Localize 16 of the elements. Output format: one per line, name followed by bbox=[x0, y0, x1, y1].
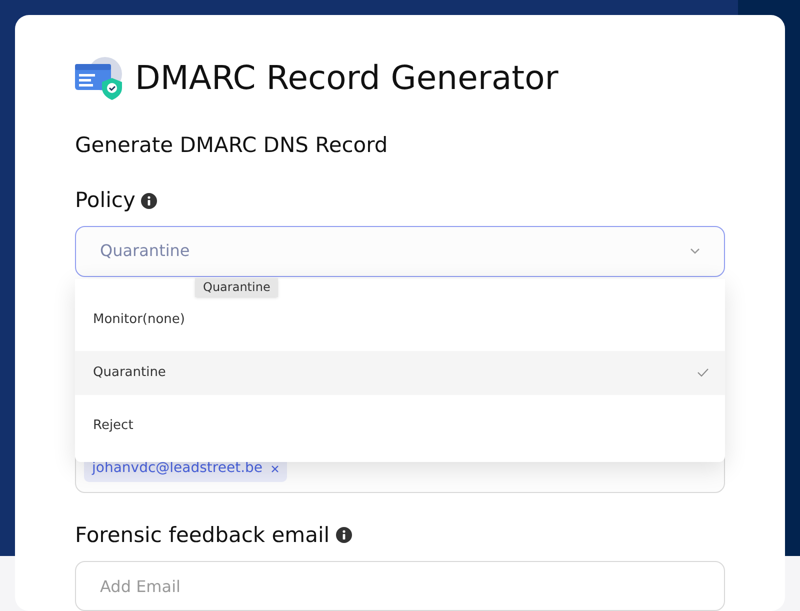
email-input[interactable]: Add Email bbox=[75, 561, 725, 611]
dropdown-option[interactable]: Reject bbox=[75, 404, 725, 448]
tooltip: Quarantine bbox=[195, 278, 278, 296]
dropdown-option[interactable]: Quarantine bbox=[75, 350, 725, 394]
browser-shield-icon bbox=[75, 56, 123, 100]
field-label: Policy bbox=[75, 187, 136, 214]
policy-select[interactable]: Quarantine bbox=[75, 226, 725, 276]
dropdown-option[interactable]: Monitor(none) bbox=[75, 298, 725, 342]
page-title: DMARC Record Generator bbox=[135, 57, 558, 99]
check-icon bbox=[697, 368, 709, 377]
info-icon[interactable] bbox=[141, 192, 158, 209]
info-icon[interactable] bbox=[336, 527, 352, 544]
section-heading: Generate DMARC DNS Record bbox=[75, 132, 389, 158]
field-label: Forensic feedback email bbox=[75, 522, 330, 548]
chevron-down-icon bbox=[690, 248, 700, 254]
close-icon[interactable] bbox=[270, 464, 279, 472]
